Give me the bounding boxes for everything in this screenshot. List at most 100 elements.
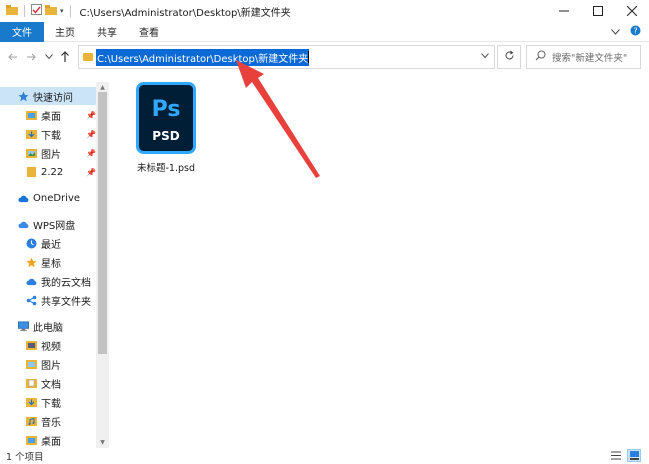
pin-icon[interactable]: 📌: [86, 111, 96, 120]
sidebar-item-label: 2.22: [41, 166, 64, 178]
address-path[interactable]: C:\Users\Administrator\Desktop\新建文件夹: [96, 48, 310, 66]
sidebar-item-recent[interactable]: 最近: [0, 234, 61, 252]
up-button[interactable]: [58, 50, 72, 64]
new-folder-icon[interactable]: [45, 4, 57, 18]
svg-text:?: ?: [633, 27, 637, 36]
clock-icon: [26, 238, 37, 249]
toolbar-divider: [69, 5, 71, 17]
sidebar-item-videos[interactable]: 视频: [0, 336, 61, 354]
sidebar-item-label: 图片: [41, 360, 61, 372]
sidebar-item-pc-desktop[interactable]: 桌面: [0, 431, 61, 448]
refresh-icon: [504, 50, 515, 64]
text-cursor: [308, 51, 310, 63]
sidebar-item-label: 音乐: [41, 417, 61, 429]
cloud-drive-icon: [18, 219, 29, 230]
sidebar-item-shared-folder[interactable]: 共享文件夹: [0, 291, 91, 309]
sidebar-item-label: 最近: [41, 239, 61, 251]
window-controls: [547, 0, 649, 22]
sidebar-item-label: 图片: [41, 149, 61, 161]
ribbon-tabs: 文件 主页 共享 查看 ?: [0, 21, 649, 42]
pictures-folder-icon: [26, 359, 37, 370]
scroll-down-arrow[interactable]: ▼: [98, 438, 107, 446]
cloud-icon: [18, 193, 29, 204]
customize-toolbar-icon[interactable]: ▾: [60, 7, 64, 15]
quick-access-toolbar: ▾: [6, 4, 74, 18]
download-folder-icon: [26, 129, 37, 140]
sidebar-item-label: 我的云文档: [41, 277, 91, 289]
sidebar-item-label: OneDrive: [33, 192, 81, 204]
file-name: 未标题-1.psd: [136, 163, 195, 174]
details-view-button[interactable]: [609, 449, 623, 462]
large-icons-view-button[interactable]: [627, 449, 641, 462]
folder-icon: [6, 4, 18, 18]
sidebar-item-2-22[interactable]: 2.22 📌: [0, 163, 96, 181]
recent-locations-button[interactable]: [42, 50, 56, 64]
scroll-up-arrow[interactable]: ▲: [98, 83, 107, 91]
properties-icon[interactable]: [31, 4, 42, 18]
search-placeholder: 搜索"新建文件夹": [552, 53, 628, 64]
folder-icon: [26, 167, 37, 178]
svg-text:PSD: PSD: [152, 129, 179, 143]
status-bar: 1 个项目: [0, 448, 649, 464]
sidebar-item-label: 桌面: [41, 111, 61, 123]
star-icon: [18, 91, 29, 102]
sidebar-item-label: 星标: [41, 258, 61, 270]
sidebar-item-label: WPS网盘: [33, 220, 76, 232]
view-toggle: [609, 449, 641, 462]
sidebar-item-pc-downloads[interactable]: 下载: [0, 393, 61, 411]
window-title: C:\Users\Administrator\Desktop\新建文件夹: [79, 7, 291, 19]
computer-icon: [18, 320, 29, 332]
sidebar-item-pictures[interactable]: 图片 📌: [0, 144, 96, 162]
close-button[interactable]: [615, 0, 649, 22]
ribbon-right-controls: ?: [611, 22, 641, 42]
sidebar-item-pc-pictures[interactable]: 图片: [0, 355, 61, 373]
file-list: Ps PSD 未标题-1.psd: [110, 72, 649, 448]
sidebar-item-desktop[interactable]: 桌面 📌: [0, 106, 96, 124]
title-bar: ▾ C:\Users\Administrator\Desktop\新建文件夹: [0, 0, 649, 22]
sidebar-item-starred[interactable]: 星标: [0, 253, 61, 271]
item-count: 1 个项目: [6, 452, 44, 463]
documents-folder-icon: [26, 378, 37, 389]
pin-icon[interactable]: 📌: [86, 149, 96, 158]
tab-view[interactable]: 查看: [128, 22, 170, 42]
sidebar-item-label: 快速访问: [33, 92, 73, 104]
sidebar-item-label: 桌面: [41, 436, 61, 448]
sidebar-item-music[interactable]: 音乐: [0, 412, 61, 430]
maximize-button[interactable]: [581, 0, 615, 22]
address-bar[interactable]: C:\Users\Administrator\Desktop\新建文件夹: [78, 45, 495, 69]
file-item[interactable]: Ps PSD 未标题-1.psd: [134, 82, 198, 174]
search-icon: [535, 50, 546, 64]
sidebar-item-documents[interactable]: 文档: [0, 374, 61, 392]
back-button[interactable]: [6, 50, 20, 64]
sidebar-item-onedrive[interactable]: OneDrive: [0, 189, 80, 207]
tab-file[interactable]: 文件: [0, 21, 44, 42]
pin-icon[interactable]: 📌: [86, 130, 96, 139]
scrollbar-thumb[interactable]: [98, 92, 107, 354]
tab-home[interactable]: 主页: [44, 22, 86, 42]
cloud-docs-icon: [26, 276, 37, 287]
search-input[interactable]: 搜索"新建文件夹": [526, 45, 641, 69]
share-icon: [26, 295, 37, 306]
sidebar-item-label: 下载: [41, 398, 61, 410]
tab-share[interactable]: 共享: [86, 22, 128, 42]
sidebar-item-label: 视频: [41, 341, 61, 353]
address-dropdown-icon[interactable]: [481, 51, 489, 62]
minimize-button[interactable]: [547, 0, 581, 22]
sidebar-item-wps[interactable]: WPS网盘: [0, 215, 75, 233]
sidebar-item-label: 此电脑: [33, 322, 63, 334]
sidebar-item-my-cloud-docs[interactable]: 我的云文档: [0, 272, 91, 290]
download-folder-icon: [26, 397, 37, 408]
refresh-button[interactable]: [497, 45, 521, 69]
sidebar-item-downloads[interactable]: 下载 📌: [0, 125, 96, 143]
sidebar-item-this-pc[interactable]: 此电脑: [0, 317, 63, 335]
sidebar-item-label: 共享文件夹: [41, 296, 91, 308]
sidebar-item-quick-access[interactable]: 快速访问: [0, 87, 96, 105]
help-icon[interactable]: ?: [630, 25, 641, 39]
toolbar-divider: [24, 5, 25, 17]
forward-button[interactable]: [24, 50, 38, 64]
pin-icon[interactable]: 📌: [86, 168, 96, 177]
folder-icon: [83, 53, 93, 61]
sidebar-scrollbar[interactable]: ▲ ▼: [96, 82, 109, 448]
expand-ribbon-icon[interactable]: [611, 27, 620, 38]
desktop-folder-icon: [26, 110, 37, 121]
